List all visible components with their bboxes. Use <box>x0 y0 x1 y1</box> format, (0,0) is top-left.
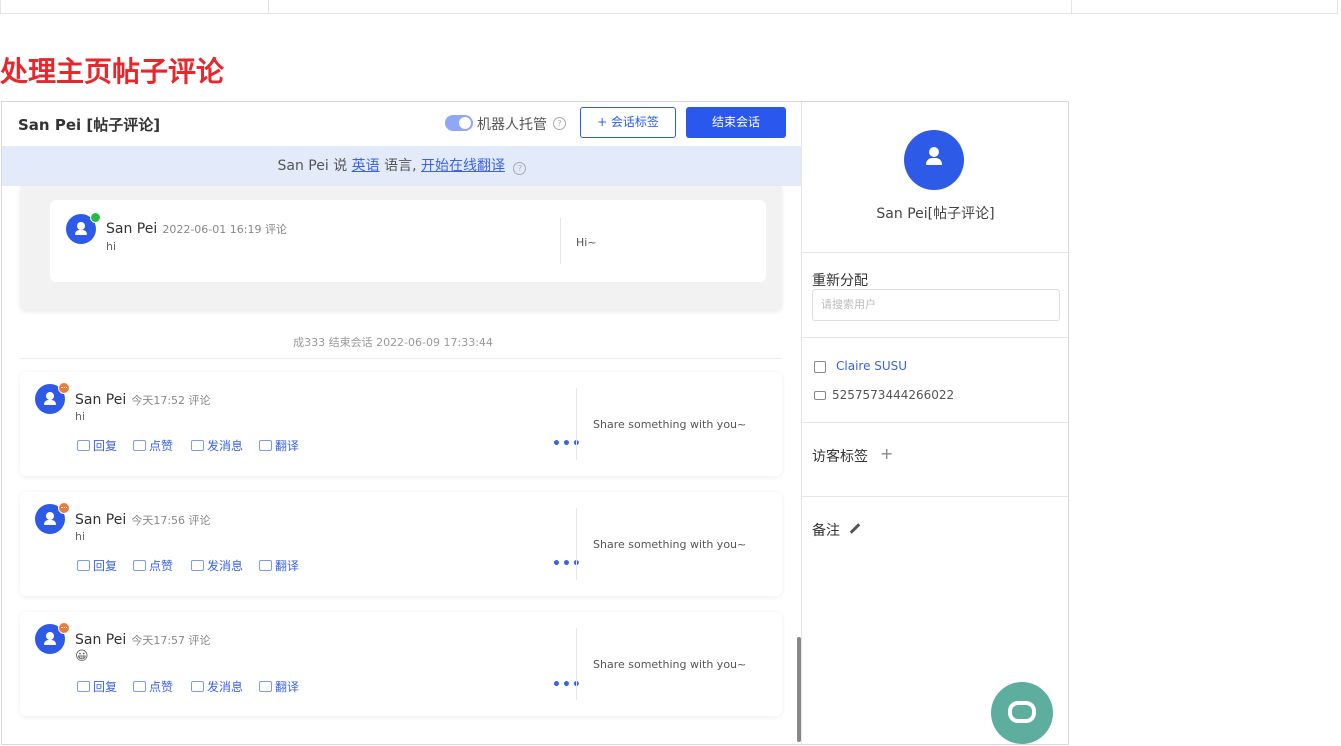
more-options-icon[interactable]: ••• <box>552 677 582 693</box>
reply-text: Hi~ <box>576 236 597 249</box>
chat-bubble-icon <box>1008 701 1036 723</box>
send-message-button[interactable]: 发消息 <box>191 437 243 454</box>
like-button[interactable]: 点赞 <box>133 557 173 574</box>
card-divider <box>576 388 577 460</box>
chat-header: San Pei [帖子评论] 机器人托管 ? + 会话标签 结束会话 <box>2 102 802 145</box>
translate-button[interactable]: 翻译 <box>259 678 299 695</box>
thumb-up-icon <box>133 560 146 571</box>
translation-middle: 语言, <box>379 158 422 174</box>
divider <box>802 496 1068 497</box>
visitor-id: 5257573444266022 <box>832 388 955 402</box>
post-text: Share something with you~ <box>593 658 747 671</box>
add-tag-icon[interactable]: + <box>880 444 893 463</box>
help-icon[interactable]: ? <box>513 162 527 175</box>
agent-icon <box>814 361 826 373</box>
translation-bar: San Pei 说 英语 语言, 开始在线翻译 ? <box>2 146 802 186</box>
reply-button[interactable]: 回复 <box>77 678 117 695</box>
comment-meta: 今天17:52 评论 <box>131 394 211 407</box>
more-options-icon[interactable]: ••• <box>552 436 582 452</box>
edit-notes-icon[interactable] <box>849 523 861 534</box>
thumb-up-icon <box>133 440 146 451</box>
comment-user: San Pei <box>75 512 127 528</box>
id-card-icon <box>814 391 826 400</box>
page-title: 处理主页帖子评论 <box>0 55 225 88</box>
card-divider <box>560 218 561 264</box>
toggle-knob <box>459 117 471 129</box>
session-ended-notice: 成333 结束会话 2022-06-09 17:33:44 <box>293 336 493 349</box>
divider <box>802 252 1068 253</box>
history-comment-card: San Pei 2022-06-01 16:19 评论 hi Hi~ <box>50 200 766 282</box>
comment-icon <box>77 681 90 692</box>
comment-user: San Pei <box>75 392 127 408</box>
comment-user: San Pei <box>106 221 158 237</box>
translation-prefix: San Pei 说 <box>277 158 352 174</box>
reassign-label: 重新分配 <box>812 273 868 289</box>
table-divider <box>1071 0 1072 14</box>
translate-button[interactable]: 翻译 <box>259 557 299 574</box>
online-badge <box>90 212 101 223</box>
thumb-up-icon <box>133 681 146 692</box>
like-button[interactable]: 点赞 <box>133 437 173 454</box>
post-text: Share something with you~ <box>593 538 747 551</box>
reply-button[interactable]: 回复 <box>77 557 117 574</box>
comment-text: hi <box>75 410 86 423</box>
robot-label: 机器人托管 <box>477 117 547 133</box>
visitor-tags-label: 访客标签 <box>812 449 868 465</box>
send-message-button[interactable]: 发消息 <box>191 557 243 574</box>
forward-icon <box>191 681 204 692</box>
more-options-icon[interactable]: ••• <box>552 556 582 572</box>
post-comment-card: San Pei 今天17:57 评论 😀 回复 点赞 发消息 翻译 ••• Sh… <box>20 612 782 716</box>
comment-actions: 回复 点赞 发消息 翻译 <box>77 557 577 573</box>
translate-button[interactable]: 翻译 <box>259 437 299 454</box>
language-link[interactable]: 英语 <box>352 158 380 174</box>
comment-actions: 回复 点赞 发消息 翻译 <box>77 437 577 453</box>
chat-title: San Pei [帖子评论] <box>18 116 161 134</box>
end-session-button[interactable]: 结束会话 <box>686 107 786 138</box>
forward-icon <box>191 440 204 451</box>
comment-user: San Pei <box>75 632 127 648</box>
post-comment-card: San Pei 今天17:52 评论 hi 回复 点赞 发消息 翻译 ••• S… <box>20 372 782 476</box>
add-session-tag-button[interactable]: + 会话标签 <box>580 107 676 138</box>
comment-icon <box>77 440 90 451</box>
like-button[interactable]: 点赞 <box>133 678 173 695</box>
separator <box>20 358 782 359</box>
comment-meta: 2022-06-01 16:19 评论 <box>162 223 287 236</box>
visitor-info-panel: San Pei[帖子评论] 重新分配 请搜索用户 Claire SUSU 525… <box>801 102 1068 744</box>
divider <box>802 337 1068 338</box>
chat-support-button[interactable] <box>991 682 1053 744</box>
table-divider <box>268 0 269 14</box>
channel-badge <box>58 382 70 394</box>
card-divider <box>576 508 577 580</box>
channel-badge <box>58 622 70 634</box>
card-divider <box>576 628 577 700</box>
agent-name[interactable]: Claire SUSU <box>836 359 907 373</box>
notes-label: 备注 <box>812 523 840 539</box>
post-text: Share something with you~ <box>593 418 747 431</box>
post-comment-card: San Pei 今天17:56 评论 hi 回复 点赞 发消息 翻译 ••• S… <box>20 492 782 596</box>
reassign-search-input[interactable]: 请搜索用户 <box>812 289 1060 321</box>
help-icon[interactable]: ? <box>553 117 566 130</box>
channel-badge <box>58 502 70 514</box>
comment-text: hi <box>106 240 117 253</box>
forward-icon <box>191 560 204 571</box>
top-table-strip <box>0 0 1338 14</box>
comment-icon <box>77 560 90 571</box>
reply-button[interactable]: 回复 <box>77 437 117 454</box>
comment-meta: 今天17:56 评论 <box>131 514 211 527</box>
start-translation-link[interactable]: 开始在线翻译 <box>421 158 505 174</box>
send-message-button[interactable]: 发消息 <box>191 678 243 695</box>
visitor-avatar <box>904 130 964 190</box>
comment-text: hi <box>75 530 86 543</box>
chat-window: San Pei [帖子评论] 机器人托管 ? + 会话标签 结束会话 San P… <box>1 101 1069 745</box>
visitor-name: San Pei[帖子评论] <box>876 206 995 222</box>
translate-icon <box>259 440 272 451</box>
comment-actions: 回复 点赞 发消息 翻译 <box>77 678 577 694</box>
comment-emoji: 😀 <box>75 649 89 664</box>
comment-meta: 今天17:57 评论 <box>131 634 211 647</box>
translate-icon <box>259 560 272 571</box>
translate-icon <box>259 681 272 692</box>
divider <box>802 422 1068 423</box>
robot-toggle[interactable] <box>445 115 473 131</box>
